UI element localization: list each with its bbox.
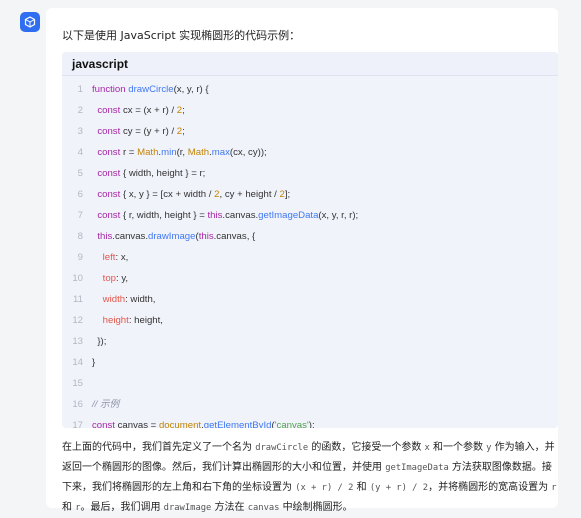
code-line: 2 const cx = (x + r) / 2; xyxy=(77,105,185,116)
explanation-paragraph: 在上面的代码中，我们首先定义了一个名为 drawCircle 的函数，它接受一个… xyxy=(62,442,557,513)
code-line: 7 const { r, width, height } = this.canv… xyxy=(77,210,359,221)
code-line: 1 function drawCircle(x, y, r) { xyxy=(77,84,209,95)
code-line: 6 const { x, y } = [cx + width / 2, cy +… xyxy=(77,189,291,200)
assistant-avatar xyxy=(20,12,40,32)
code-line: 3 const cy = (y + r) / 2; xyxy=(77,126,185,137)
code-line: 8 this.canvas.drawImage(this.canvas, { xyxy=(77,231,256,242)
code-block: javascript 1 function drawCircle(x, y, r)… xyxy=(62,52,558,428)
code-line: 9 left: x, xyxy=(77,252,129,263)
code-line: 10 top: y, xyxy=(72,273,129,284)
code-line: 16// 示例 xyxy=(72,399,120,410)
code-language-label: javascript xyxy=(72,56,129,71)
cube-icon xyxy=(24,16,36,28)
code-line: 13 }); xyxy=(72,336,107,347)
intro-text: 以下是使用 JavaScript 实现椭圆形的代码示例： xyxy=(62,29,301,42)
code-line: 14} xyxy=(72,357,96,368)
code-line: 4 const r = Math.min(r, Math.max(cx, cy)… xyxy=(77,147,267,158)
code-lines: 1 function drawCircle(x, y, r) { 2 const … xyxy=(62,75,558,428)
code-line: 12 height: height, xyxy=(72,315,163,326)
code-line: 17 const canvas = document.getElementById… xyxy=(72,420,315,428)
code-line: 11 width: width, xyxy=(73,294,156,305)
code-line: 5 const { width, height } = r; xyxy=(77,168,206,179)
code-line: 15 xyxy=(72,378,83,389)
code-header: javascript xyxy=(62,52,558,76)
